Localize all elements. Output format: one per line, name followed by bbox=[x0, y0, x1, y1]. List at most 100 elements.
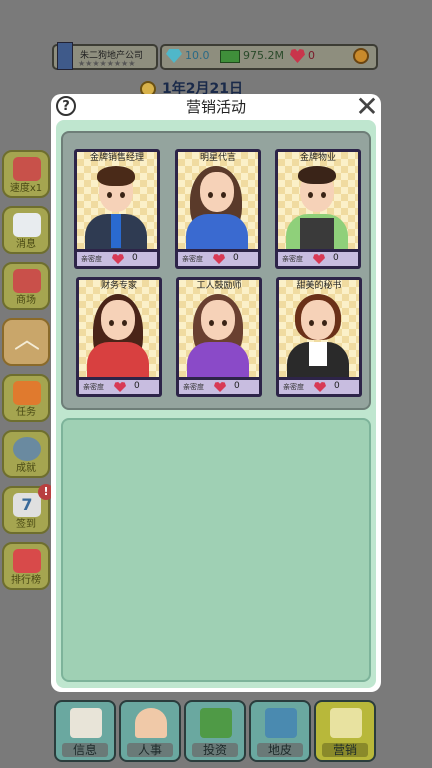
affinity-bar: 亲密度 0 bbox=[79, 380, 159, 394]
heart-icon bbox=[313, 254, 325, 264]
company-panel[interactable]: 朱二狗地产公司 ★★★★★★★★ bbox=[52, 42, 158, 70]
sidebar-item-label: 任务 bbox=[16, 407, 36, 418]
sidebar-item-label: 商场 bbox=[16, 295, 36, 306]
sidebar-item-leaderboard[interactable]: 排行榜 bbox=[2, 542, 50, 590]
heart-value: 0 bbox=[308, 49, 315, 62]
affinity-bar: 亲密度 0 bbox=[77, 252, 157, 266]
portrait bbox=[179, 280, 259, 377]
company-stars: ★★★★★★★★ bbox=[78, 59, 136, 68]
card-title: 甜美的秘书 bbox=[296, 281, 342, 291]
card-property-management[interactable]: 金牌物业 亲密度 0 bbox=[275, 149, 361, 269]
building-icon bbox=[265, 708, 297, 738]
card-worker-motivator[interactable]: 工人鼓励师 亲密度 0 bbox=[176, 277, 262, 397]
nav-marketing[interactable]: 营销 bbox=[314, 700, 376, 762]
card-title: 明星代言 bbox=[199, 153, 236, 163]
nav-label: 人事 bbox=[127, 743, 173, 757]
heart-icon bbox=[112, 254, 124, 264]
clipboard-icon bbox=[70, 708, 102, 738]
sidebar-item-shop[interactable]: 商场 bbox=[2, 262, 50, 310]
portrait bbox=[279, 280, 359, 377]
affinity-label: 亲密度 bbox=[183, 383, 204, 391]
nav-land[interactable]: 地皮 bbox=[249, 700, 311, 762]
sidebar-item-speed[interactable]: 速度x1 bbox=[2, 150, 50, 198]
close-button[interactable]: ✕ bbox=[354, 93, 380, 121]
card-title: 工人鼓励师 bbox=[196, 281, 242, 291]
cash-counter: 975.2M bbox=[220, 49, 284, 63]
sidebar-item-label: 消息 bbox=[16, 239, 36, 250]
affinity-value: 0 bbox=[334, 381, 340, 391]
carrot-icon bbox=[13, 381, 41, 405]
sidebar-item-tasks[interactable]: 任务 bbox=[2, 374, 50, 422]
heart-icon bbox=[213, 254, 225, 264]
portrait bbox=[79, 280, 159, 377]
details-panel bbox=[61, 418, 371, 682]
heart-icon bbox=[114, 382, 126, 392]
blouse bbox=[87, 342, 149, 377]
portrait bbox=[178, 152, 258, 249]
nav-label: 营销 bbox=[322, 743, 368, 757]
card-celebrity-endorsement[interactable]: 明星代言 亲密度 0 bbox=[175, 149, 261, 269]
dress bbox=[187, 342, 249, 377]
fire-truck-icon bbox=[13, 157, 41, 181]
affinity-value: 0 bbox=[132, 253, 138, 263]
tie bbox=[111, 214, 121, 248]
nav-personnel[interactable]: 人事 bbox=[119, 700, 181, 762]
gem-value: 10.0 bbox=[185, 49, 210, 62]
vest bbox=[300, 218, 334, 249]
nav-label: 信息 bbox=[62, 743, 108, 757]
gear-icon[interactable] bbox=[353, 48, 369, 64]
sidebar-item-label: 速度x1 bbox=[9, 183, 43, 194]
affinity-label: 亲密度 bbox=[81, 255, 102, 263]
affinity-bar: 亲密度 0 bbox=[179, 380, 259, 394]
nav-info[interactable]: 信息 bbox=[54, 700, 116, 762]
heart-icon bbox=[314, 382, 326, 392]
affinity-value: 0 bbox=[234, 381, 240, 391]
person-icon bbox=[135, 708, 167, 738]
calendar-icon: 7 bbox=[13, 493, 41, 517]
heart-counter: 0 bbox=[290, 49, 315, 63]
affinity-label: 亲密度 bbox=[182, 255, 203, 263]
portrait bbox=[77, 152, 157, 249]
money-icon bbox=[200, 708, 232, 738]
affinity-bar: 亲密度 0 bbox=[278, 252, 358, 266]
shopping-bag-icon bbox=[330, 708, 362, 738]
sidebar-collapse-button[interactable]: ︿ bbox=[2, 318, 50, 366]
card-sweet-secretary[interactable]: 甜美的秘书 亲密度 0 bbox=[276, 277, 362, 397]
affinity-bar: 亲密度 0 bbox=[279, 380, 359, 394]
card-title: 金牌物业 bbox=[299, 153, 336, 163]
affinity-label: 亲密度 bbox=[282, 255, 303, 263]
nav-label: 投资 bbox=[192, 743, 238, 757]
cash-icon bbox=[220, 49, 240, 63]
dress bbox=[186, 214, 248, 249]
heart-icon bbox=[214, 382, 226, 392]
affinity-value: 0 bbox=[333, 253, 339, 263]
sidebar-item-label: 排行榜 bbox=[11, 575, 41, 586]
portrait bbox=[278, 152, 358, 249]
message-icon bbox=[13, 213, 41, 237]
collar bbox=[309, 342, 327, 366]
sidebar-item-checkin[interactable]: 7 签到 ! bbox=[2, 484, 54, 534]
sidebar-item-messages[interactable]: 消息 bbox=[2, 206, 50, 254]
nav-investment[interactable]: 投资 bbox=[184, 700, 246, 762]
card-sales-manager[interactable]: 金牌销售经理 亲密度 0 bbox=[74, 149, 160, 269]
card-title: 财务专家 bbox=[100, 281, 137, 291]
shop-icon bbox=[13, 269, 41, 293]
affinity-value: 0 bbox=[134, 381, 140, 391]
medal-icon bbox=[13, 437, 41, 461]
sidebar-item-label: 签到 bbox=[16, 519, 36, 530]
chevron-up-icon: ︿ bbox=[13, 325, 40, 355]
sidebar-item-achievements[interactable]: 成就 bbox=[2, 430, 50, 478]
leaderboard-icon bbox=[13, 549, 41, 573]
sidebar-item-label: 成就 bbox=[16, 463, 36, 474]
cash-value: 975.2M bbox=[243, 49, 284, 62]
help-button[interactable]: ? bbox=[56, 96, 76, 116]
affinity-label: 亲密度 bbox=[83, 383, 104, 391]
modal-title: 营销活动 bbox=[185, 98, 246, 116]
heart-icon bbox=[290, 49, 305, 63]
affinity-label: 亲密度 bbox=[283, 383, 304, 391]
gem-icon bbox=[166, 49, 182, 63]
card-finance-expert[interactable]: 财务专家 亲密度 0 bbox=[76, 277, 162, 397]
card-title: 金牌销售经理 bbox=[89, 153, 144, 163]
affinity-value: 0 bbox=[233, 253, 239, 263]
affinity-bar: 亲密度 0 bbox=[178, 252, 258, 266]
